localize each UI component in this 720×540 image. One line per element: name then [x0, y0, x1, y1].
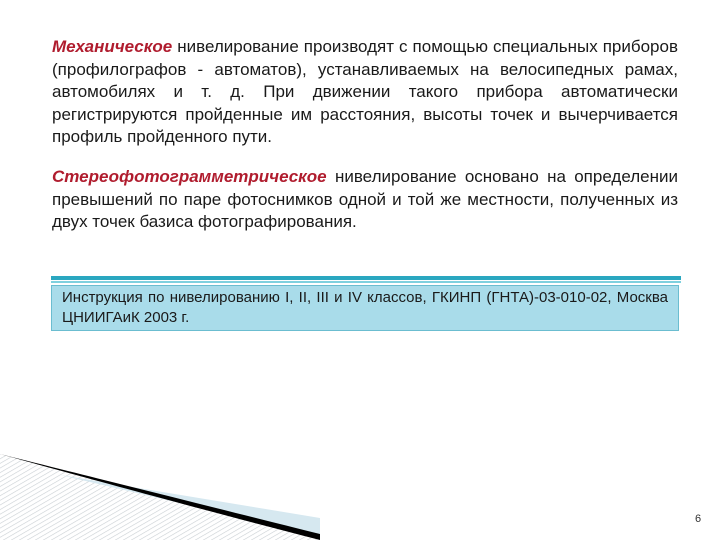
paragraph-stereophotogrammetric-leveling: Стереофотограмметрическое нивелирование …	[52, 166, 678, 234]
reference-box: Инструкция по нивелированию I, II, III и…	[51, 285, 679, 331]
divider-rule	[51, 276, 681, 280]
page-number: 6	[695, 513, 702, 525]
emphasis-term: Механическое	[52, 37, 173, 56]
paragraph-mechanical-leveling: Механическое нивелирование производят с …	[52, 36, 678, 149]
corner-decoration	[0, 454, 320, 540]
divider-rule-thin	[51, 281, 681, 283]
emphasis-term: Стереофотограмметрическое	[52, 167, 327, 186]
reference-text: Инструкция по нивелированию I, II, III и…	[62, 289, 668, 326]
